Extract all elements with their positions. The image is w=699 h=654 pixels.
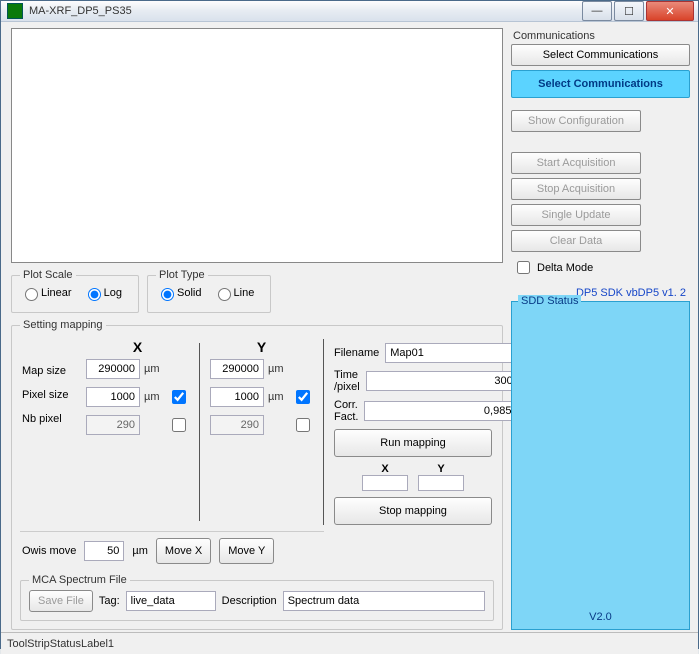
corr-input[interactable] — [364, 401, 516, 421]
x-nbpixel-input[interactable] — [86, 415, 140, 435]
x-head: X — [86, 339, 189, 355]
owis-label: Owis move — [22, 545, 76, 557]
show-config-button[interactable]: Show Configuration — [511, 110, 641, 132]
minimize-button[interactable]: — — [582, 1, 612, 21]
corr-label: Corr. Fact. — [334, 399, 358, 423]
titlebar: MA-XRF_DP5_PS35 — ☐ ✕ — [1, 1, 698, 22]
tag-label: Tag: — [99, 595, 120, 607]
delta-mode-check[interactable]: Delta Mode — [513, 258, 690, 277]
label-mapsize: Map size — [22, 365, 78, 377]
x-mapsize-input[interactable] — [86, 359, 140, 379]
close-button[interactable]: ✕ — [646, 1, 694, 21]
select-comm-button[interactable]: Select Communications — [511, 44, 690, 66]
plot-type-group: Plot Type Solid Line — [147, 269, 271, 313]
save-file-button[interactable]: Save File — [29, 590, 93, 612]
sdd-status-panel: SDD Status V2.0 — [511, 301, 690, 630]
filename-label: Filename — [334, 347, 379, 359]
y-nbpixel-input[interactable] — [210, 415, 264, 435]
app-icon — [7, 3, 23, 19]
divider — [323, 339, 324, 525]
version-label: V2.0 — [512, 611, 689, 623]
desc-label: Description — [222, 595, 277, 607]
row-labels: Map size Pixel size Nb pixel — [22, 339, 78, 525]
client-area: Plot Scale Linear Log Plot Type Solid Li… — [1, 22, 698, 654]
setting-mapping-group: Setting mapping Map size Pixel size Nb p… — [11, 319, 503, 630]
x-nbpixel-check[interactable] — [172, 418, 186, 432]
plot-canvas — [11, 28, 503, 263]
y-nbpixel-check[interactable] — [296, 418, 310, 432]
x-coord-label: X — [381, 463, 388, 475]
y-head: Y — [210, 339, 313, 355]
status-bar: ToolStripStatusLabel1 — [1, 632, 698, 654]
label-pixelsize: Pixel size — [22, 389, 78, 401]
x-pixelsize-check[interactable] — [172, 390, 186, 404]
move-y-button[interactable]: Move Y — [219, 538, 274, 564]
time-label: Time /pixel — [334, 369, 360, 393]
y-coord-label: Y — [437, 463, 444, 475]
plot-type-legend: Plot Type — [156, 269, 208, 281]
divider — [199, 343, 200, 521]
maximize-button[interactable]: ☐ — [614, 1, 644, 21]
window-title: MA-XRF_DP5_PS35 — [29, 5, 582, 17]
radio-linear[interactable]: Linear — [20, 285, 72, 301]
stop-mapping-button[interactable]: Stop mapping — [334, 497, 492, 525]
plot-scale-legend: Plot Scale — [20, 269, 76, 281]
plot-scale-group: Plot Scale Linear Log — [11, 269, 139, 313]
desc-input[interactable] — [283, 591, 485, 611]
y-pixelsize-check[interactable] — [296, 390, 310, 404]
comm-header: Communications — [513, 30, 690, 42]
run-mapping-button[interactable]: Run mapping — [334, 429, 492, 457]
tag-input[interactable] — [126, 591, 216, 611]
stop-acq-button[interactable]: Stop Acquisition — [511, 178, 641, 200]
window-controls: — ☐ ✕ — [582, 1, 694, 21]
setting-legend: Setting mapping — [20, 319, 106, 331]
start-acq-button[interactable]: Start Acquisition — [511, 152, 641, 174]
time-input[interactable] — [366, 371, 518, 391]
mca-legend: MCA Spectrum File — [29, 574, 130, 586]
select-comm-big-button[interactable]: Select Communications — [511, 70, 690, 98]
x-pixelsize-input[interactable] — [86, 387, 140, 407]
owis-value-input[interactable] — [84, 541, 124, 561]
y-pixelsize-input[interactable] — [210, 387, 264, 407]
x-coord-input[interactable] — [362, 475, 408, 491]
radio-log[interactable]: Log — [83, 285, 122, 301]
move-x-button[interactable]: Move X — [156, 538, 211, 564]
clear-data-button[interactable]: Clear Data — [511, 230, 641, 252]
owis-unit: µm — [132, 545, 148, 557]
y-coord-input[interactable] — [418, 475, 464, 491]
radio-line[interactable]: Line — [213, 285, 255, 301]
radio-solid[interactable]: Solid — [156, 285, 201, 301]
label-nbpixel: Nb pixel — [22, 413, 78, 425]
app-window: MA-XRF_DP5_PS35 — ☐ ✕ Plot Scale Linear … — [0, 0, 699, 649]
single-update-button[interactable]: Single Update — [511, 204, 641, 226]
sdd-legend: SDD Status — [518, 295, 581, 307]
y-mapsize-input[interactable] — [210, 359, 264, 379]
mca-group: MCA Spectrum File Save File Tag: Descrip… — [20, 574, 494, 621]
